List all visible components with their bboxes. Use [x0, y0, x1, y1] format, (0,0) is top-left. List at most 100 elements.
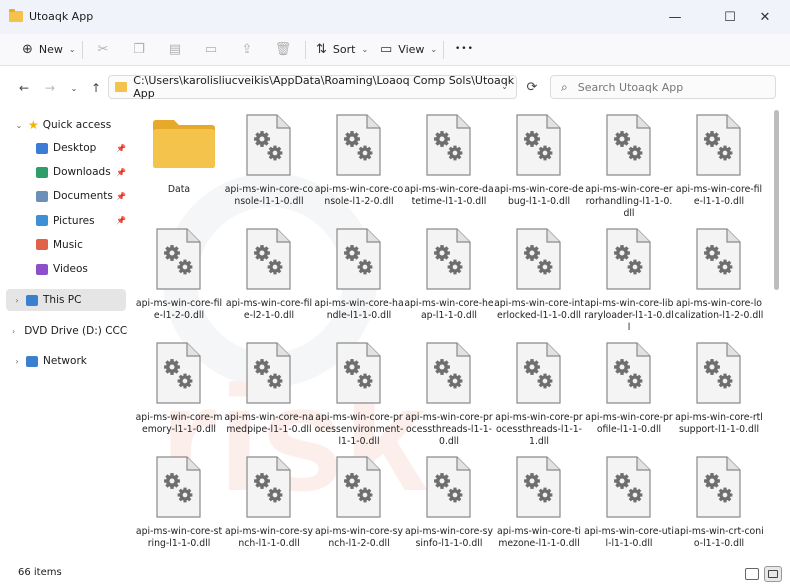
cut-icon[interactable]: ✂: [92, 34, 114, 64]
navigation-pane: ⌄ ★ Quick access › This PC › DVD Drive (…: [0, 108, 128, 562]
address-path: C:\Users\karolisliucveikis\AppData\Roami…: [133, 74, 515, 100]
star-icon: ★: [28, 118, 39, 132]
computer-icon: [26, 294, 38, 306]
sidebar-item-pictures[interactable]: Pictures 📌: [0, 210, 128, 232]
file-item[interactable]: api-ms-win-core-namedpipe-l1-1-0.dll: [224, 336, 314, 450]
file-item[interactable]: api-ms-win-core-rtlsupport-l1-1-0.dll: [674, 336, 764, 450]
sidebar-item-this-pc[interactable]: › This PC: [6, 289, 126, 311]
refresh-button[interactable]: ⟳: [522, 75, 542, 99]
file-item[interactable]: api-ms-win-core-sysinfo-l1-1-0.dll: [404, 450, 494, 562]
file-name: api-ms-win-core-file-l1-2-0.dll: [135, 298, 223, 322]
file-name: api-ms-win-core-console-l1-1-0.dll: [224, 184, 314, 208]
file-item[interactable]: api-ms-win-core-processenvironment-l1-1-…: [314, 336, 404, 450]
file-item[interactable]: api-ms-win-core-errorhandling-l1-1-0.dll: [584, 108, 674, 222]
file-item[interactable]: api-ms-win-core-synch-l1-1-0.dll: [224, 450, 314, 562]
toolbar-divider: [443, 41, 444, 59]
file-item[interactable]: api-ms-win-core-handle-l1-1-0.dll: [314, 222, 404, 336]
file-item[interactable]: api-ms-win-core-localization-l1-2-0.dll: [674, 222, 764, 336]
toolbar-divider: [305, 41, 306, 59]
file-name: api-ms-win-core-profile-l1-1-0.dll: [585, 412, 673, 436]
file-item[interactable]: api-ms-win-core-string-l1-1-0.dll: [134, 450, 224, 562]
sidebar-item-label: Videos: [53, 263, 88, 275]
folder-app-icon: [9, 9, 23, 22]
up-button[interactable]: ↑: [86, 78, 106, 98]
file-item[interactable]: api-ms-win-core-console-l1-2-0.dll: [314, 108, 404, 222]
file-item[interactable]: api-ms-win-core-interlocked-l1-1-0.dll: [494, 222, 584, 336]
sidebar-item-music[interactable]: Music: [0, 234, 128, 256]
search-input[interactable]: ⌕ Search Utoaqk App: [550, 75, 776, 99]
file-name: api-ms-win-core-processthreads-l1-1-1.dl…: [495, 412, 583, 448]
file-item[interactable]: api-ms-win-core-datetime-l1-1-0.dll: [404, 108, 494, 222]
address-bar[interactable]: C:\Users\karolisliucveikis\AppData\Roami…: [108, 74, 517, 100]
dll-file-icon: [516, 342, 561, 404]
pin-icon: 📌: [116, 191, 126, 201]
chevron-down-icon: ⌄: [361, 44, 369, 54]
file-name: api-ms-win-core-interlocked-l1-1-0.dll: [494, 298, 584, 322]
music-icon: [36, 239, 48, 251]
forward-button[interactable]: →: [40, 78, 60, 98]
chevron-down-icon: ⌄: [430, 44, 438, 54]
file-item[interactable]: api-ms-win-core-heap-l1-1-0.dll: [404, 222, 494, 336]
sidebar-item-label: Music: [53, 238, 83, 251]
file-item[interactable]: api-ms-win-core-libraryloader-l1-1-0.dll: [584, 222, 674, 336]
documents-icon: [36, 190, 48, 202]
chevron-right-icon[interactable]: ›: [12, 327, 15, 336]
dll-file-icon: [516, 114, 561, 176]
sidebar-item-dvd-drive[interactable]: › DVD Drive (D:) CCCC: [6, 320, 128, 342]
sort-button[interactable]: ⇅ Sort ⌄: [316, 34, 368, 64]
file-item[interactable]: api-ms-win-core-file-l1-2-0.dll: [134, 222, 224, 336]
sidebar-item-documents[interactable]: Documents 📌: [0, 185, 128, 207]
file-item[interactable]: api-ms-win-core-util-l1-1-0.dll: [584, 450, 674, 562]
sidebar-item-videos[interactable]: Videos: [0, 258, 128, 280]
delete-icon[interactable]: 🗑: [272, 34, 294, 64]
file-item[interactable]: api-ms-win-core-memory-l1-1-0.dll: [134, 336, 224, 450]
view-button[interactable]: ▭ View ⌄: [380, 34, 437, 64]
dll-file-icon: [516, 456, 561, 518]
file-item[interactable]: api-ms-win-core-synch-l1-2-0.dll: [314, 450, 404, 562]
sidebar-item-label: DVD Drive (D:) CCCC: [24, 325, 128, 337]
file-name: api-ms-win-core-debug-l1-1-0.dll: [494, 184, 584, 208]
dll-file-icon: [606, 228, 651, 290]
copy-icon[interactable]: ❐: [128, 34, 150, 64]
view-icon: ▭: [380, 41, 393, 57]
sidebar-item-downloads[interactable]: Downloads 📌: [0, 161, 128, 183]
file-item[interactable]: api-ms-win-core-console-l1-1-0.dll: [224, 108, 314, 222]
file-item[interactable]: api-ms-win-core-file-l1-1-0.dll: [674, 108, 764, 222]
dll-file-icon: [696, 228, 741, 290]
minimize-button[interactable]: —: [652, 0, 698, 34]
share-icon[interactable]: ⇪: [236, 34, 258, 64]
new-button[interactable]: ⊕ New ⌄: [22, 34, 76, 64]
file-item[interactable]: api-ms-win-crt-conio-l1-1-0.dll: [674, 450, 764, 562]
back-button[interactable]: ←: [14, 78, 34, 98]
chevron-down-icon[interactable]: ⌄: [501, 82, 508, 91]
file-item[interactable]: api-ms-win-core-processthreads-l1-1-0.dl…: [404, 336, 494, 450]
dll-file-icon: [696, 114, 741, 176]
close-button[interactable]: ✕: [742, 0, 788, 34]
file-item[interactable]: api-ms-win-core-debug-l1-1-0.dll: [494, 108, 584, 222]
dll-file-icon: [426, 342, 471, 404]
sidebar-item-quick-access[interactable]: ⌄ ★ Quick access: [0, 114, 124, 136]
file-item[interactable]: api-ms-win-core-file-l2-1-0.dll: [224, 222, 314, 336]
details-view-icon[interactable]: [745, 568, 759, 580]
dll-file-icon: [606, 342, 651, 404]
file-item[interactable]: api-ms-win-core-profile-l1-1-0.dll: [584, 336, 674, 450]
rename-icon[interactable]: ▭: [200, 34, 222, 64]
large-icons-view-button[interactable]: [764, 566, 782, 582]
more-options-button[interactable]: •••: [455, 34, 474, 64]
scrollbar-thumb[interactable]: [774, 110, 779, 290]
chevron-down-icon[interactable]: ⌄: [14, 121, 24, 130]
dll-file-icon: [606, 114, 651, 176]
search-placeholder: Search Utoaqk App: [577, 80, 684, 94]
sidebar-item-network[interactable]: › Network: [6, 350, 126, 372]
chevron-down-icon: ⌄: [68, 44, 76, 54]
window-title: Utoaqk App: [29, 10, 94, 23]
folder-item[interactable]: Data: [134, 108, 224, 222]
file-item[interactable]: api-ms-win-core-timezone-l1-1-0.dll: [494, 450, 584, 562]
chevron-right-icon[interactable]: ›: [12, 296, 22, 305]
sidebar-item-desktop[interactable]: Desktop 📌: [0, 137, 128, 159]
chevron-right-icon[interactable]: ›: [12, 357, 22, 366]
recent-locations-button[interactable]: ⌄: [64, 78, 84, 98]
paste-icon[interactable]: ▤: [164, 34, 186, 64]
file-name: api-ms-win-core-heap-l1-1-0.dll: [404, 298, 494, 322]
file-item[interactable]: api-ms-win-core-processthreads-l1-1-1.dl…: [494, 336, 584, 450]
